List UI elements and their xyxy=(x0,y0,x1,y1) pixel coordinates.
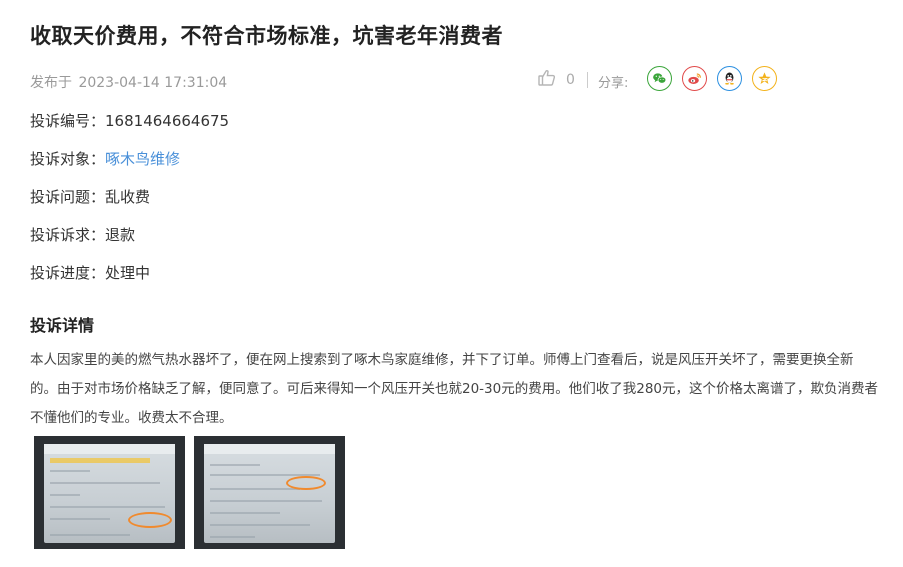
section-title-details: 投诉详情 xyxy=(30,316,95,335)
complaint-demand-label: 投诉诉求： xyxy=(30,226,106,244)
attachment-image-1[interactable] xyxy=(34,436,185,549)
thumbs-up-icon xyxy=(537,68,557,92)
complaint-issue-row: 投诉问题：乱收费 xyxy=(30,186,150,207)
complaint-id-label: 投诉编号： xyxy=(30,112,106,130)
complaint-id-value: 1681464664675 xyxy=(105,112,230,130)
publish-info: 发布于 2023-04-14 17:31:04 xyxy=(30,72,227,92)
published-time: 2023-04-14 17:31:04 xyxy=(78,75,228,91)
qzone-icon[interactable] xyxy=(752,66,777,91)
wechat-icon[interactable] xyxy=(647,66,672,91)
page-title: 收取天价费用，不符合市场标准，坑害老年消费者 xyxy=(30,24,503,48)
complaint-demand-value: 退款 xyxy=(105,226,136,244)
highlight-oval xyxy=(128,512,172,528)
like-button[interactable]: 0 xyxy=(537,70,575,90)
share-icons xyxy=(647,66,777,91)
complaint-progress-row: 投诉进度：处理中 xyxy=(30,262,150,283)
complaint-progress-label: 投诉进度： xyxy=(30,264,106,282)
complaint-detail-text: 本人因家里的美的燃气热水器坏了，便在网上搜索到了啄木鸟家庭维修，并下了订单。师傅… xyxy=(30,352,878,426)
complaint-progress-value: 处理中 xyxy=(105,264,151,282)
complaint-target-link[interactable]: 啄木鸟维修 xyxy=(105,150,180,168)
meta-row: 发布于 2023-04-14 17:31:04 0 分享: xyxy=(30,66,790,92)
like-count: 0 xyxy=(566,72,575,88)
highlight-oval xyxy=(286,476,326,490)
complaint-demand-row: 投诉诉求：退款 xyxy=(30,224,135,245)
complaint-target-row: 投诉对象：啄木鸟维修 xyxy=(30,148,180,169)
complaint-id-row: 投诉编号：1681464664675 xyxy=(30,110,229,131)
divider xyxy=(587,72,588,88)
weibo-icon[interactable] xyxy=(682,66,707,91)
screenshot-photo xyxy=(44,444,175,543)
screenshot-photo xyxy=(204,444,335,543)
complaint-target-label: 投诉对象： xyxy=(30,150,106,168)
attachment-image-2[interactable] xyxy=(194,436,345,549)
complaint-issue-value: 乱收费 xyxy=(105,188,151,206)
complaint-issue-label: 投诉问题： xyxy=(30,188,106,206)
published-label: 发布于 xyxy=(30,75,72,91)
share-label: 分享: xyxy=(598,76,629,91)
qq-icon[interactable] xyxy=(717,66,742,91)
